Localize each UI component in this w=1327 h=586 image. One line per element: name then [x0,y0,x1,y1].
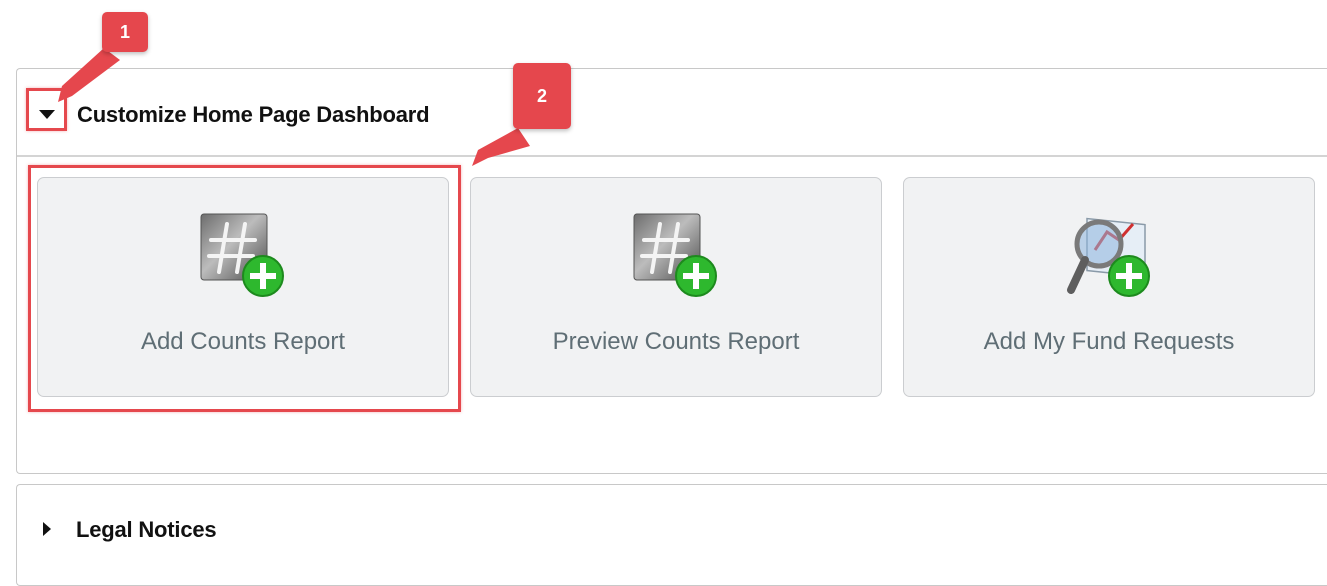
add-my-fund-requests-tile[interactable]: Add My Fund Requests [903,177,1315,397]
collapse-toggle[interactable] [32,99,62,129]
legal-notices-panel: Legal Notices [16,484,1327,586]
preview-counts-report-tile[interactable]: Preview Counts Report [470,177,882,397]
callout-1: 1 [102,12,148,52]
magnifier-chart-add-icon [1067,217,1150,297]
customize-dashboard-panel: Customize Home Page Dashboard Add Counts… [16,68,1327,474]
caret-down-icon [39,109,55,119]
tile-label: Add Counts Report [140,328,346,355]
expand-toggle[interactable] [32,514,62,544]
panel-header: Customize Home Page Dashboard [17,69,1327,157]
panel-title: Legal Notices [76,517,217,542]
panel-title: Customize Home Page Dashboard [77,102,430,127]
hash-add-icon [633,213,717,297]
caret-right-icon [43,522,51,536]
tile-label: Add My Fund Requests [983,328,1235,355]
add-counts-report-tile[interactable]: Add Counts Report [37,177,449,397]
callout-2: 2 [513,63,571,129]
tile-label: Preview Counts Report [552,328,800,355]
hash-add-icon [200,213,284,297]
